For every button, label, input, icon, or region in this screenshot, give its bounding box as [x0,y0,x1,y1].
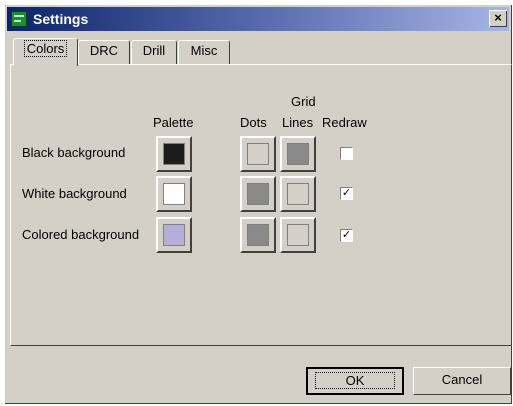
redraw-checkbox-white[interactable]: ✓ [340,187,353,200]
row-label-colored: Colored background [22,227,140,242]
dots-swatch-black[interactable] [240,136,276,172]
close-icon[interactable]: × [489,10,507,27]
palette-color-white [163,183,185,205]
palette-swatch-white[interactable] [156,176,192,212]
window-title: Settings [33,11,89,27]
tab-misc-label: Misc [190,43,218,58]
dots-swatch-white[interactable] [240,176,276,212]
palette-color-black [163,143,185,165]
dots-color-black [247,143,269,165]
tab-colors-label: Colors [23,40,68,57]
row-label-white: White background [22,186,127,201]
grid-header: Grid [291,94,316,109]
title-bar[interactable]: Settings × [7,7,509,31]
tab-drc-label: DRC [89,43,119,58]
lines-header: Lines [282,115,314,130]
redraw-checkbox-black[interactable] [340,147,353,160]
dots-color-white [247,183,269,205]
palette-header: Palette [153,115,194,130]
ok-button[interactable]: OK [306,367,404,395]
redraw-checkbox-colored[interactable]: ✓ [340,229,353,242]
tab-misc[interactable]: Misc [178,40,230,64]
cancel-button[interactable]: Cancel [413,367,511,395]
dots-header: Dots [240,115,267,130]
palette-swatch-black[interactable] [156,136,192,172]
app-icon [11,11,27,27]
tab-drill-label: Drill [142,43,166,58]
tab-drc[interactable]: DRC [78,40,130,64]
lines-swatch-white[interactable] [280,176,316,212]
palette-swatch-colored[interactable] [156,217,192,253]
ok-button-label: OK [314,372,396,389]
dots-color-colored [247,224,269,246]
tab-drill[interactable]: Drill [131,40,177,64]
dots-swatch-colored[interactable] [240,217,276,253]
lines-swatch-colored[interactable] [280,217,316,253]
tab-colors[interactable]: Colors [13,38,78,66]
row-label-black: Black background [22,145,126,160]
lines-swatch-black[interactable] [280,136,316,172]
lines-color-colored [287,224,309,246]
lines-color-black [287,143,309,165]
redraw-header: Redraw [322,115,367,130]
cancel-button-label: Cancel [441,372,483,387]
palette-color-colored [163,224,185,246]
lines-color-white [287,183,309,205]
